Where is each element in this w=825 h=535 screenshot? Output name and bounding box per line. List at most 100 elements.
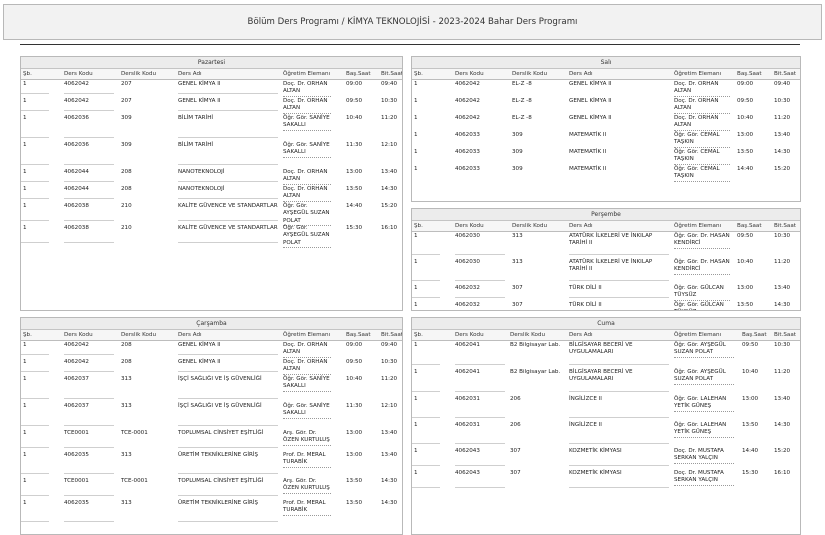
cell-start: 13:50 — [737, 149, 754, 155]
cell-start: 10:40 — [346, 115, 363, 121]
cell-room: EL-Z -8 — [512, 81, 532, 87]
cell-end: 13:40 — [774, 285, 791, 291]
cell-sb: 1 — [23, 186, 27, 192]
cell-sb: 1 — [414, 132, 418, 138]
cell-code: 4062035 — [64, 452, 89, 458]
day-panel-carsamba: Çarşamba Şb. Ders Kodu Derslik Kodu Ders Adı… — [20, 317, 403, 535]
row-underline — [64, 137, 114, 138]
row-underline — [21, 198, 49, 199]
cell-start: 11:30 — [346, 142, 363, 148]
cell-room: 309 — [512, 166, 523, 172]
cell-end: 12:10 — [381, 142, 398, 148]
cell-code: 4062033 — [455, 149, 480, 155]
cell-start: 11:30 — [346, 403, 363, 409]
cell-room: 206 — [510, 422, 521, 428]
cell-end: 14:30 — [774, 149, 791, 155]
cell-code: 4062036 — [64, 115, 89, 121]
cell-sb: 1 — [414, 369, 418, 375]
schedule-row: 1 4062044 208 NANOTEKNOLOJİ Doç. Dr. ORHAN A… — [21, 185, 402, 202]
cell-room: 307 — [510, 448, 521, 454]
cell-teacher: Öğr. Gör. LALEHAN YETİK GÜNEŞ — [674, 422, 734, 438]
column-header-start: Baş.Saat — [737, 71, 762, 77]
cell-name: NANOTEKNOLOJİ — [178, 169, 225, 175]
cell-code: 4062035 — [64, 500, 89, 506]
row-underline — [569, 364, 669, 365]
cell-room: 208 — [121, 359, 132, 365]
schedule-row: 1 4062037 313 İŞÇİ SAĞLIĞI VE İŞ GÜVENLİĞİ Ö… — [21, 402, 402, 429]
cell-end: 14:30 — [381, 478, 398, 484]
row-underline — [64, 371, 114, 372]
day-title-persembe: Perşembe — [412, 209, 800, 221]
cell-start: 09:00 — [346, 81, 363, 87]
cell-name: NANOTEKNOLOJİ — [178, 186, 225, 192]
cell-code: 4062037 — [64, 403, 89, 409]
cell-name: GENEL KİMYA II — [569, 98, 612, 104]
cell-room: 309 — [512, 132, 523, 138]
row-underline — [21, 447, 49, 448]
cell-end: 16:10 — [774, 470, 791, 476]
column-header-end: Bit.Saat — [774, 71, 796, 77]
cell-room: 206 — [510, 396, 521, 402]
row-underline — [178, 181, 278, 182]
cell-name: BİLİM TARİHİ — [178, 115, 214, 121]
cell-end: 15:20 — [774, 448, 791, 454]
cell-end: 14:30 — [381, 500, 398, 506]
cell-start: 14:40 — [742, 448, 759, 454]
cell-code: 4062031 — [455, 422, 480, 428]
cell-name: BİLGİSAYAR BECERİ VE UYGULAMALARI — [569, 342, 633, 356]
cell-code: 4062042 — [64, 98, 89, 104]
schedule-row: 1 4062042 EL-Z -8 GENEL KİMYA II Doç. Dr. OR… — [412, 80, 800, 97]
cell-end: 11:20 — [774, 259, 791, 265]
schedule-row: 1 4062038 210 KALİTE GÜVENCE VE STANDARTLAR… — [21, 202, 402, 227]
cell-teacher: Öğr. Gör. SANİYE SAKALLI — [283, 403, 331, 419]
schedule-row: 1 4062032 307 TÜRK DİLİ II Öğr. Gör. GÜLCAN … — [412, 301, 800, 310]
cell-code: 4062042 — [64, 359, 89, 365]
cell-teacher: Arş. Gör. Dr. ÖZEN KURTULUŞ — [283, 430, 331, 446]
row-underline — [569, 297, 669, 298]
cell-room: 307 — [512, 285, 523, 291]
column-header-end: Bit.Saat — [381, 332, 403, 338]
schedule-row: 1 4062030 313 ATATÜRK İLKELERİ VE İNKILAP T… — [412, 232, 800, 258]
row-underline — [178, 425, 278, 426]
cell-teacher: Doç. Dr. ORHAN ALTAN — [283, 81, 331, 97]
schedule-row: 1 4062038 210 KALİTE GÜVENCE VE STANDARTLAR… — [21, 224, 402, 249]
cell-start: 10:40 — [737, 115, 754, 121]
column-header-sb: Şb. — [23, 332, 32, 338]
cell-code: 4062041 — [455, 369, 480, 375]
schedule-row: 1 4062036 309 BİLİM TARİHİ Öğr. Gör. SANİYE … — [21, 114, 402, 141]
cell-teacher: Öğr. Gör. SANİYE SAKALLI — [283, 376, 331, 392]
cell-room: 207 — [121, 98, 132, 104]
row-underline — [412, 443, 440, 444]
cell-sb: 1 — [414, 259, 418, 265]
cell-name: KALİTE GÜVENCE VE STANDARTLAR — [178, 203, 278, 209]
cell-end: 13:40 — [774, 396, 791, 402]
cell-teacher: Öğr. Gör. Dr. HASAN KENDİRCİ — [674, 259, 730, 275]
row-underline — [455, 364, 505, 365]
cell-room: 313 — [512, 233, 523, 239]
column-header-teacher: Öğretim Elemanı — [674, 71, 722, 77]
schedule-row: 1 4062042 207 GENEL KİMYA II Doç. Dr. ORHAN … — [21, 97, 402, 114]
column-header-start: Baş.Saat — [346, 71, 371, 77]
row-underline — [21, 398, 49, 399]
cell-code: 4062032 — [455, 302, 480, 308]
day-title-cuma: Cuma — [412, 318, 800, 330]
cell-sb: 1 — [23, 403, 27, 409]
row-underline — [21, 220, 49, 221]
column-header-code: Ders Kodu — [455, 223, 484, 229]
column-header-code: Ders Kodu — [455, 71, 484, 77]
cell-teacher: Doç. Dr. ORHAN ALTAN — [283, 98, 331, 114]
cell-room: 309 — [121, 115, 132, 121]
cell-code: 4062044 — [64, 169, 89, 175]
column-header-row: Şb. Ders Kodu Derslik Kodu Ders Adı Öğretim … — [412, 330, 800, 341]
cell-room: 309 — [121, 142, 132, 148]
schedule-row: 1 4062030 313 ATATÜRK İLKELERİ VE İNKILAP T… — [412, 258, 800, 284]
cell-code: 4062038 — [64, 203, 89, 209]
cell-room: 313 — [121, 452, 132, 458]
column-header-row: Şb. Ders Kodu Derslik Kodu Ders Adı Öğretim … — [412, 69, 800, 80]
row-underline — [569, 487, 669, 488]
cell-end: 13:40 — [381, 452, 398, 458]
schedule-row: 1 4062042 208 GENEL KİMYA II Doç. Dr. ORHAN … — [21, 358, 402, 375]
day-title-carsamba: Çarşamba — [21, 318, 402, 330]
row-underline — [21, 425, 49, 426]
cell-sb: 1 — [23, 115, 27, 121]
